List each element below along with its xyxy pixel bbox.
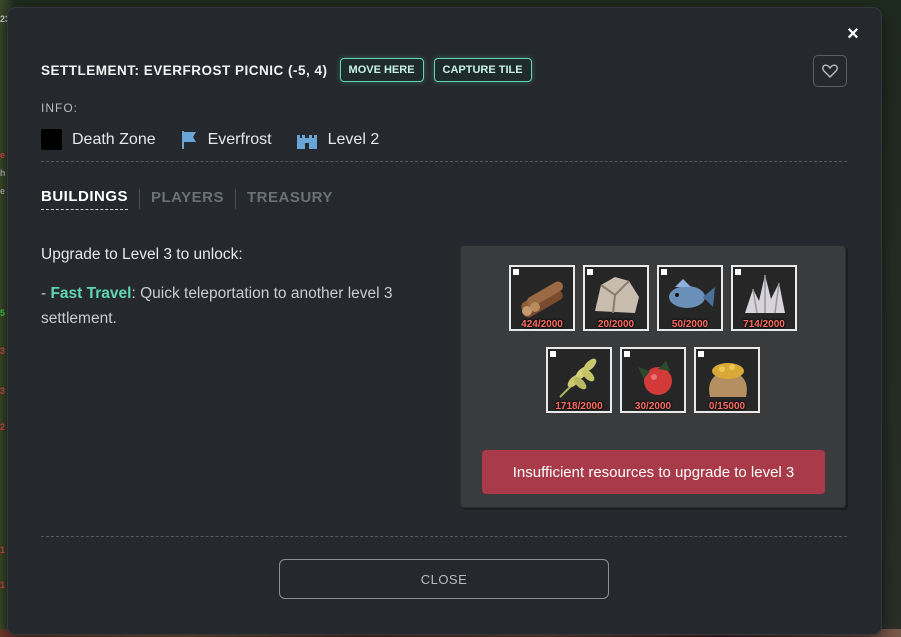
resource-crystal: 714/2000 [731,265,797,331]
tab-players[interactable]: PLAYERS [151,189,224,210]
zone-info: Death Zone [41,129,156,150]
faction-info: Everfrost [180,130,272,150]
resource-wheat: 1718/2000 [546,347,612,413]
tab-separator [234,189,236,209]
upgrade-title: Upgrade to Level 3 to unlock: [41,246,243,263]
divider [41,161,847,162]
info-label: INFO: [41,101,78,115]
castle-icon [296,134,317,149]
resource-gold: 0/15000 [694,347,760,413]
move-here-button[interactable]: MOVE HERE [339,58,424,82]
fish-icon [669,279,715,308]
favorite-button[interactable] [813,55,847,87]
upgrade-description: - Fast Travel: Quick teleportation to an… [41,281,431,331]
resource-wood: 424/2000 [509,265,575,331]
crystal-icon [745,275,785,314]
level-label: Level 2 [327,130,380,148]
resource-fish: 50/2000 [657,265,723,331]
info-row: Death Zone Everfrost Level 2 [41,129,379,150]
faction-name: Everfrost [207,130,272,148]
resource-count: 50/2000 [671,319,709,330]
resource-berry: 30/2000 [620,347,686,413]
wood-logs-icon [521,281,563,318]
divider [41,536,847,537]
level-info: Level 2 [296,130,380,150]
death-zone-icon [41,129,62,150]
close-button[interactable]: CLOSE [279,559,609,599]
gold-sack-icon [709,363,747,397]
feature-name: Fast Travel [50,285,132,302]
capture-tile-button[interactable]: CAPTURE TILE [433,58,532,82]
zone-name: Death Zone [72,130,156,148]
resource-count: 0/15000 [708,401,746,412]
heart-icon [822,64,838,78]
settlement-modal: × SETTLEMENT: EVERFROST PICNIC (-5, 4) M… [8,8,881,634]
berry-icon [638,361,672,395]
resource-count: 30/2000 [634,401,672,412]
tab-treasury[interactable]: TREASURY [247,189,333,210]
settlement-title: SETTLEMENT: EVERFROST PICNIC (-5, 4) [41,62,328,78]
tab-buildings[interactable]: BUILDINGS [41,188,128,210]
insufficient-resources-button[interactable]: Insufficient resources to upgrade to lev… [482,450,825,494]
resource-panel: 424/2000 20/2000 50/2000 714/2000 1718/2… [460,245,846,508]
resource-row: 424/2000 20/2000 50/2000 714/2000 [460,265,846,331]
resource-count: 424/2000 [521,319,563,330]
title-row: SETTLEMENT: EVERFROST PICNIC (-5, 4) MOV… [41,58,532,82]
flag-icon [181,130,196,149]
tab-bar: BUILDINGS PLAYERS TREASURY [41,188,333,210]
resource-count: 1718/2000 [555,401,603,412]
resource-stone: 20/2000 [583,265,649,331]
stone-icon [595,277,639,314]
wheat-icon [559,358,597,398]
tab-separator [139,189,140,209]
resource-row: 1718/2000 30/2000 0/15000 [460,347,846,413]
close-icon[interactable]: × [843,24,863,44]
resource-count: 20/2000 [597,319,635,330]
resource-count: 714/2000 [743,319,785,330]
